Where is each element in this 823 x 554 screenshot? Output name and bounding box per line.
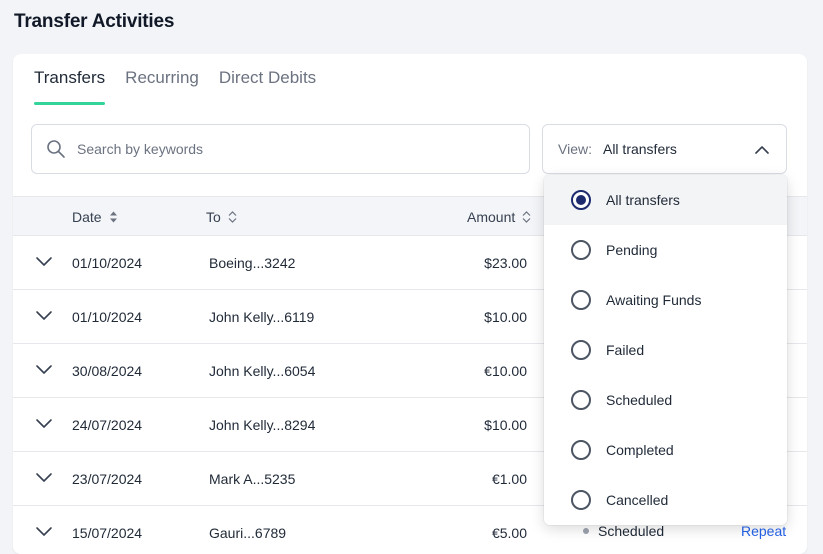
status-badge: Scheduled (583, 523, 664, 539)
option-label: Pending (606, 242, 658, 258)
repeat-link[interactable]: Repeat (741, 523, 786, 539)
sort-icon (109, 211, 117, 223)
sort-icon (522, 211, 531, 223)
cell-to: Boeing...3242 (209, 255, 296, 271)
chevron-down-icon[interactable] (35, 309, 53, 321)
cell-amount: $10.00 (484, 309, 527, 325)
chevron-down-icon[interactable] (35, 525, 53, 537)
tab-recurring[interactable]: Recurring (125, 68, 199, 105)
radio-selected-icon (571, 190, 591, 210)
cell-amount: $23.00 (484, 255, 527, 271)
radio-icon (571, 440, 591, 460)
sort-icon (228, 211, 237, 223)
cell-to: John Kelly...6119 (209, 309, 315, 325)
tab-bar: Transfers Recurring Direct Debits (34, 68, 336, 105)
column-header-to[interactable]: To (206, 209, 237, 225)
tab-transfers[interactable]: Transfers (34, 68, 106, 105)
column-header-label: Amount (467, 209, 516, 225)
page-title: Transfer Activities (14, 11, 175, 32)
view-option-pending[interactable]: Pending (544, 225, 787, 275)
cell-date: 01/10/2024 (72, 255, 143, 271)
status-label: Scheduled (598, 523, 665, 539)
search-box[interactable] (31, 124, 530, 174)
view-option-completed[interactable]: Completed (544, 425, 787, 475)
option-label: Failed (606, 342, 645, 358)
cell-amount: €10.00 (484, 363, 527, 379)
radio-icon (571, 240, 591, 260)
cell-amount: €1.00 (491, 471, 527, 487)
cell-date: 30/08/2024 (72, 363, 143, 379)
cell-to: John Kelly...6054 (209, 363, 316, 379)
search-icon (47, 140, 65, 158)
option-label: Cancelled (606, 492, 669, 508)
chevron-down-icon[interactable] (35, 363, 53, 375)
cell-to: John Kelly...8294 (209, 417, 316, 433)
cell-date: 01/10/2024 (72, 309, 143, 325)
chevron-up-icon (755, 146, 769, 154)
chevron-down-icon[interactable] (35, 471, 53, 483)
chevron-down-icon[interactable] (35, 417, 53, 429)
cell-amount: €5.00 (491, 525, 527, 541)
search-input[interactable] (77, 141, 497, 157)
tab-direct-debits[interactable]: Direct Debits (219, 68, 316, 105)
column-header-label: To (206, 209, 221, 225)
chevron-down-icon[interactable] (35, 255, 53, 267)
option-label: Scheduled (606, 392, 673, 408)
column-header-label: Date (72, 209, 102, 225)
view-label: View: (558, 141, 592, 157)
radio-icon (571, 490, 591, 510)
radio-icon (571, 290, 591, 310)
view-option-failed[interactable]: Failed (544, 325, 787, 375)
radio-icon (571, 390, 591, 410)
view-option-scheduled[interactable]: Scheduled (544, 375, 787, 425)
option-label: Completed (606, 442, 674, 458)
cell-to: Mark A...5235 (209, 471, 296, 487)
cell-date: 15/07/2024 (72, 525, 143, 541)
view-option-all-transfers[interactable]: All transfers (544, 175, 787, 225)
column-header-date[interactable]: Date (72, 209, 118, 225)
option-label: All transfers (606, 192, 680, 208)
radio-icon (571, 340, 591, 360)
status-dot (583, 528, 589, 534)
option-label: Awaiting Funds (606, 292, 702, 308)
view-option-cancelled[interactable]: Cancelled (544, 475, 787, 525)
view-value: All transfers (602, 141, 677, 157)
view-select[interactable]: View: All transfers (542, 124, 787, 174)
cell-amount: $10.00 (484, 417, 527, 433)
column-header-amount[interactable]: Amount (467, 209, 531, 225)
view-option-awaiting-funds[interactable]: Awaiting Funds (544, 275, 787, 325)
cell-date: 24/07/2024 (72, 417, 143, 433)
view-dropdown-menu: All transfers Pending Awaiting Funds Fai… (544, 175, 787, 525)
cell-date: 23/07/2024 (72, 471, 143, 487)
cell-to: Gauri...6789 (209, 525, 287, 541)
